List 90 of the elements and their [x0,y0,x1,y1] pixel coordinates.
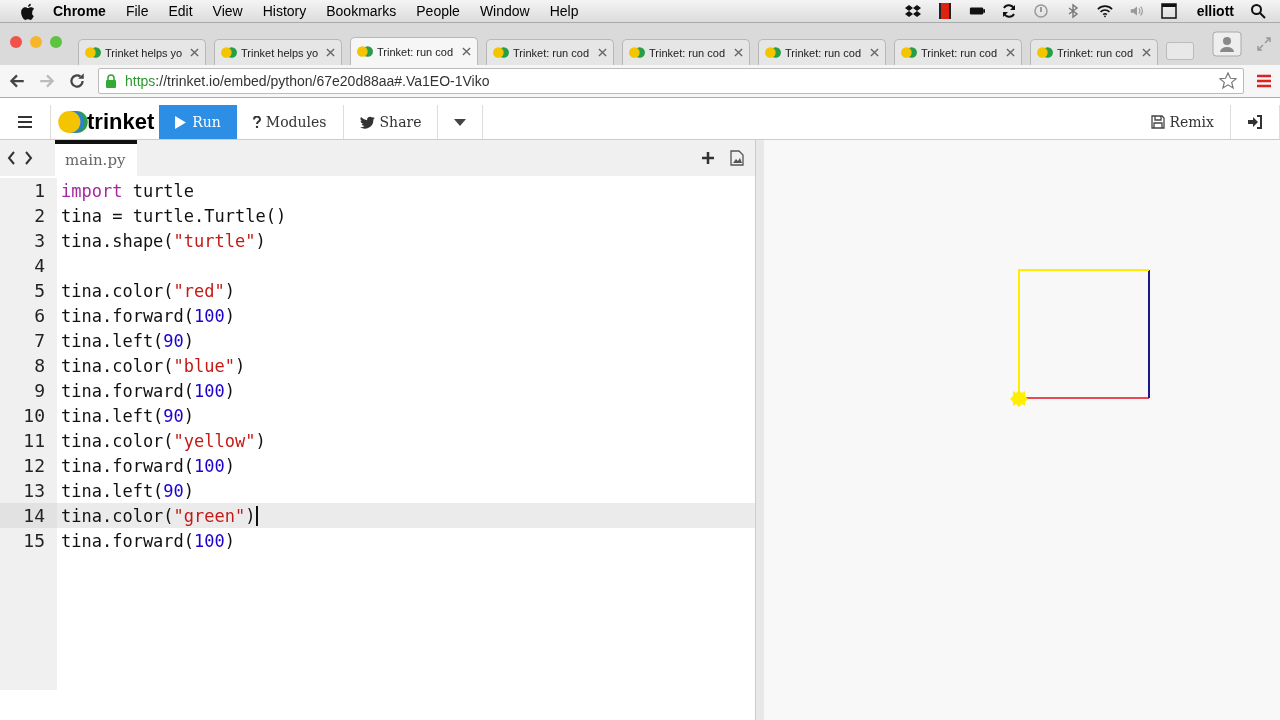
menu-item[interactable]: History [262,3,307,19]
browser-tab[interactable]: Trinket: run cod [894,39,1022,65]
lock-icon [105,74,117,88]
close-icon[interactable] [190,48,199,57]
clock-icon[interactable] [1032,3,1049,19]
wifi-icon[interactable] [1096,3,1113,19]
line-number: 12 [0,453,57,478]
trinket-logo-icon [357,45,373,58]
line-number: 15 [0,528,57,553]
trinket-logo-icon [629,46,645,59]
code-arrows-icon[interactable] [5,150,35,166]
line-number: 7 [0,328,57,353]
menu-item[interactable]: View [212,3,243,19]
code-line: tina.color("yellow") [60,430,266,451]
trinket-logo-icon [1037,46,1053,59]
code-line: tina.left(90) [60,405,195,426]
back-icon[interactable] [8,72,26,90]
search-icon[interactable] [1250,3,1266,19]
menu-item[interactable]: Bookmarks [326,3,397,19]
menu-item[interactable]: File [125,3,149,19]
code-line: tina.forward(100) [60,530,236,551]
line-number: 2 [0,203,57,228]
code-line: tina.left(90) [60,480,195,501]
menu-item[interactable]: Window [479,3,530,19]
line-number: 11 [0,428,57,453]
person-icon[interactable] [1212,31,1242,57]
browser-tab[interactable]: Trinket helps yo [78,39,206,65]
line-number: 5 [0,278,57,303]
line-number: 8 [0,353,57,378]
line-number: 4 [0,253,57,278]
code-line: tina.color("green") [60,505,258,526]
trinket-logo-icon [493,46,509,59]
line-number: 13 [0,478,57,503]
caret-icon [454,118,467,126]
trinket-logo-icon [901,46,917,59]
file-tab[interactable]: main.py [55,140,137,176]
question-icon [252,116,261,128]
box-icon[interactable] [904,3,921,19]
browser-tab[interactable]: Trinket: run cod [622,39,750,65]
bird-icon [359,115,375,129]
code-line: tina.forward(100) [60,380,236,401]
code-line: import turtle [60,180,195,201]
line-number: 10 [0,403,57,428]
browser-tab[interactable]: Trinket: run cod [486,39,614,65]
trinket-logo-icon [765,46,781,59]
close-icon[interactable] [1006,48,1015,57]
line-number: 6 [0,303,57,328]
trinket-logo-icon [57,110,89,134]
film-icon[interactable] [936,3,953,19]
close-icon[interactable] [326,48,335,57]
browser-tab[interactable]: Trinket: run cod [1030,39,1158,65]
menu-icon[interactable] [17,115,33,129]
sign-in-icon [1247,115,1263,129]
line-number: 1 [0,178,57,203]
code-line: tina.left(90) [60,330,195,351]
trinket-logo-text: trinket [87,109,155,135]
sync-icon[interactable] [1000,3,1017,19]
browser-tab[interactable]: Trinket: run cod [758,39,886,65]
close-window-button[interactable] [10,36,22,48]
line-number: 9 [0,378,57,403]
close-icon[interactable] [734,48,743,57]
line-number: 14 [0,503,57,528]
app-menu[interactable]: Chrome [53,3,106,19]
close-icon[interactable] [870,48,879,57]
close-icon[interactable] [462,47,471,56]
close-icon[interactable] [598,48,607,57]
browser-tab[interactable]: Trinket helps yo [214,39,342,65]
menu-item[interactable]: People [416,3,460,19]
star-icon[interactable] [1219,72,1237,90]
trinket-logo-icon [85,46,101,59]
code-line: tina.color("red") [60,280,236,301]
apple-logo-icon[interactable] [20,2,35,20]
close-icon[interactable] [1142,48,1151,57]
menu-item[interactable]: Help [549,3,579,19]
code-line: tina = turtle.Turtle() [60,205,287,226]
code-line: tina.forward(100) [60,305,236,326]
user-name[interactable]: elliott [1196,3,1234,19]
window-icon[interactable] [1160,3,1177,19]
menu-item[interactable]: Edit [168,3,193,19]
line-number: 3 [0,228,57,253]
browser-tab[interactable]: Trinket: run cod [350,37,478,65]
reload-icon[interactable] [68,72,86,90]
address-field[interactable]: https://trinket.io/embed/python/67e20d88aa#.Va1EO-1Viko [98,68,1244,94]
image-icon[interactable] [729,150,745,166]
code-line: tina.color("blue") [60,355,246,376]
plus-icon[interactable] [701,151,715,165]
code-line: tina.forward(100) [60,455,236,476]
trinket-logo-icon [221,46,237,59]
code-line: tina.shape("turtle") [60,230,266,251]
play-icon [175,115,187,129]
